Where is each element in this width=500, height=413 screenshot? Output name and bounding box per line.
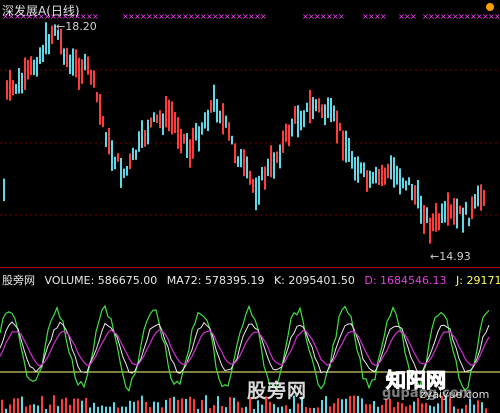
price-chart[interactable]: × × × × × × × × × × × × × × × × × × × × × × × × × × × × × × × × × × × × × × × ×… (0, 0, 500, 268)
j-value: J: 291711 (456, 274, 500, 287)
signal-marker: × (410, 12, 417, 21)
watermark-logo-domain: zyaiyue.com (420, 388, 490, 401)
ma72-value: MA72: 578395.19 (166, 274, 265, 287)
chart-title: 深发展A(日线) (2, 4, 80, 18)
high-price-label: ←18.20 (56, 20, 97, 33)
k-value: K: 2095401.50 (273, 274, 355, 287)
d-line (0, 329, 490, 367)
watermark-site-cn: 股旁网 (247, 380, 308, 402)
indicator-name: 股旁网 (2, 274, 35, 287)
signal-marker: × (494, 12, 500, 21)
signal-marker: × (380, 12, 387, 21)
indicator-legend: 股旁网 VOLUME: 586675.00 MA72: 578395.19 K:… (2, 272, 500, 288)
low-price-label: ←14.93 (430, 250, 471, 263)
status-dot-icon (486, 3, 494, 11)
price-chart-panel[interactable]: × × × × × × × × × × × × × × × × × × × × × × × × × × × × × × × × × × × × × × × ×… (0, 0, 500, 268)
arrow-left-icon: ← (430, 250, 440, 263)
arrow-left-icon: ← (56, 20, 66, 33)
signal-marker: × (260, 12, 267, 21)
d-value: D: 1684546.13 (364, 274, 447, 287)
indicator-panel[interactable]: 股旁网 VOLUME: 586675.00 MA72: 578395.19 K:… (0, 268, 500, 413)
signal-marker: × (338, 12, 345, 21)
volume-value: VOLUME: 586675.00 (44, 274, 158, 287)
